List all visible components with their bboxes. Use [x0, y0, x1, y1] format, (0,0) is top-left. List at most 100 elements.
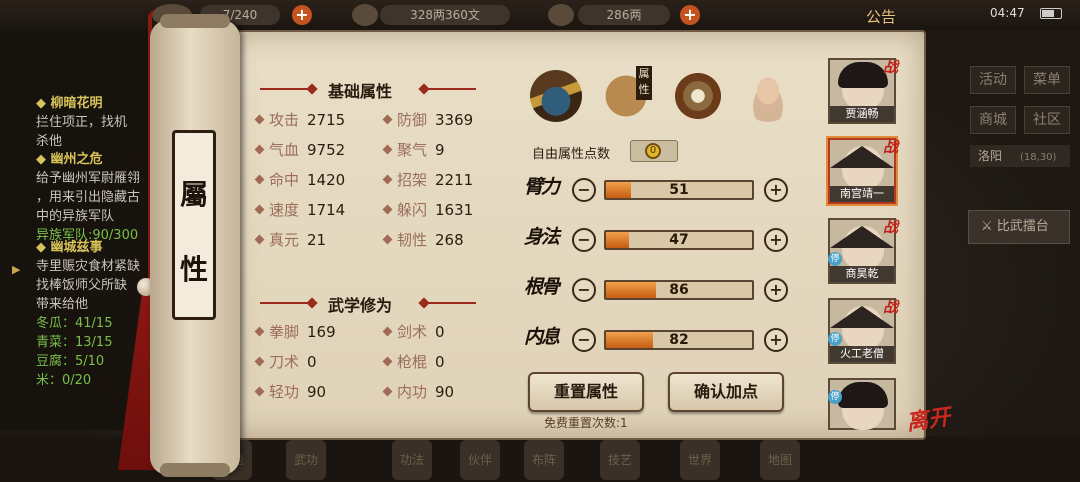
quest-title: 幽城兹事: [50, 240, 103, 255]
attr-bar[interactable]: 82: [604, 330, 754, 350]
craft-button[interactable]: 技艺: [600, 440, 640, 480]
decrease-button[interactable]: −: [572, 328, 596, 352]
status-badge: 停: [828, 390, 842, 404]
world-button[interactable]: 世界: [680, 440, 720, 480]
arena-label: 比武擂台: [996, 219, 1049, 234]
collapse-arrow-icon[interactable]: ▶: [12, 263, 20, 276]
announcement-button[interactable]: 公告: [866, 6, 896, 27]
quest-desc: 拦住项正，找机: [36, 115, 128, 130]
free-reset-count: 免费重置次数:1: [544, 416, 628, 430]
status-badge: 停: [828, 332, 842, 346]
attr-bar[interactable]: 47: [604, 230, 754, 250]
increase-button[interactable]: +: [764, 278, 788, 302]
money-counter: 328两360文: [380, 5, 510, 25]
confirm-points-button[interactable]: 确认加点: [668, 372, 784, 412]
add-stamina-button[interactable]: +: [292, 5, 312, 25]
increase-button[interactable]: +: [764, 328, 788, 352]
quest-desc: 杀他: [36, 134, 63, 149]
arena-button[interactable]: ⚔ 比武擂台: [968, 210, 1070, 244]
stat-spear: 枪棍 0: [382, 352, 445, 372]
free-points-box: 0: [630, 140, 678, 162]
quest-title: 幽州之危: [50, 152, 103, 167]
attr-name: 根骨: [524, 276, 560, 298]
increase-button[interactable]: +: [764, 178, 788, 202]
location-name: 洛阳: [978, 149, 1003, 163]
character-name: 火工老僧: [830, 346, 894, 362]
attr-value: 82: [669, 332, 689, 348]
reset-attributes-button[interactable]: 重置属性: [528, 372, 644, 412]
attr-name: 臂力: [524, 176, 560, 198]
character-card[interactable]: 战 南宫靖一: [828, 138, 898, 204]
attr-bar[interactable]: 51: [604, 180, 754, 200]
body-meridian-icon[interactable]: [742, 70, 794, 122]
scroll-cap-bottom: [160, 463, 230, 477]
quest-desc: 给予幽州军尉雁翎: [36, 171, 141, 186]
quest-entry[interactable]: ◆ 幽州之危 给予幽州军尉雁翎 ，用来引出隐藏古 中的异族军队 异族军队:90/…: [36, 148, 140, 243]
attribute-tab-label: 属性: [636, 66, 652, 100]
quest-entry[interactable]: ◆ 幽城兹事 寺里赈灾食材紧缺 找棒饭师父所缺 带来给他 冬瓜：41/15 青菜…: [36, 236, 140, 388]
free-points-label: 自由属性点数: [532, 147, 611, 162]
character-card[interactable]: 战 贾涵畅: [828, 58, 898, 124]
character-card[interactable]: 战 停 商昊乾: [828, 218, 898, 284]
character-hair: [838, 382, 888, 408]
activity-button[interactable]: 活动: [970, 66, 1016, 94]
stat-dodge: 躲闪 1631: [382, 200, 473, 220]
attr-row-breath: 内息 − 82 +: [524, 326, 794, 356]
title-ornament-left: [260, 84, 316, 94]
basic-attributes-title: 基础属性: [328, 82, 393, 101]
bagua-icon[interactable]: [672, 70, 724, 122]
character-card[interactable]: 战 停 火工老僧: [828, 298, 898, 364]
decrease-button[interactable]: −: [572, 278, 596, 302]
quest-item-count: 青菜：13/15: [36, 335, 113, 350]
stat-attack: 攻击 2715: [254, 110, 345, 130]
character-card[interactable]: 停: [828, 378, 896, 430]
attr-name: 身法: [524, 226, 560, 248]
quest-desc: ，用来引出隐藏古: [36, 190, 141, 205]
decrease-button[interactable]: −: [572, 228, 596, 252]
technique-button[interactable]: 功法: [392, 440, 432, 480]
battle-marker: 战: [882, 218, 898, 236]
formation-button[interactable]: 布阵: [524, 440, 564, 480]
add-gold-button[interactable]: +: [680, 5, 700, 25]
battery-icon: [1040, 8, 1062, 19]
stat-hp: 气血 9752: [254, 140, 345, 160]
hat-character-icon[interactable]: [530, 70, 582, 122]
character-name: 贾涵畅: [830, 106, 894, 122]
attribute-book-icon[interactable]: 属性: [600, 66, 652, 122]
decrease-button[interactable]: −: [572, 178, 596, 202]
attr-row-strength: 臂力 − 51 +: [524, 176, 794, 206]
stat-lightness: 轻功 90: [254, 382, 326, 402]
stat-blade: 刀术 0: [254, 352, 317, 372]
attr-bar[interactable]: 86: [604, 280, 754, 300]
quest-entry[interactable]: ◆ 柳暗花明 拦住项正，找机 杀他: [36, 92, 127, 149]
increase-button[interactable]: +: [764, 228, 788, 252]
system-clock: 04:47: [990, 6, 1025, 20]
status-badge: 停: [828, 252, 842, 266]
stat-hit: 命中 1420: [254, 170, 345, 190]
location-coords: (18,30): [1020, 152, 1057, 163]
quest-desc: 寺里赈灾食材紧缺: [36, 259, 141, 274]
quest-item-count: 冬瓜：41/15: [36, 316, 113, 331]
map-button[interactable]: 地图: [760, 440, 800, 480]
quest-item-count: 豆腐：5/10: [36, 354, 105, 369]
stat-defense: 防御 3369: [382, 110, 473, 130]
scroll-cap-top: [160, 14, 230, 28]
stat-toughness: 韧性 268: [382, 230, 464, 250]
community-button[interactable]: 社区: [1024, 106, 1070, 134]
partner-button[interactable]: 伙伴: [460, 440, 500, 480]
menu-button[interactable]: 菜单: [1024, 66, 1070, 94]
title-ornament-right: [420, 84, 476, 94]
quest-desc: 找棒饭师父所缺: [36, 278, 128, 293]
battle-marker: 战: [882, 58, 898, 76]
skill-button[interactable]: 武功: [286, 440, 326, 480]
battle-marker: 战: [882, 138, 898, 156]
character-hair: [838, 62, 888, 88]
leave-button[interactable]: 离开: [904, 399, 952, 437]
panel-title-char: 屬: [179, 178, 208, 211]
character-name: 南宫靖一: [830, 186, 894, 202]
shop-button[interactable]: 商城: [970, 106, 1016, 134]
stat-speed: 速度 1714: [254, 200, 345, 220]
attr-row-agility: 身法 − 47 +: [524, 226, 794, 256]
stat-focus: 聚气 9: [382, 140, 445, 160]
attr-value: 51: [669, 182, 689, 198]
